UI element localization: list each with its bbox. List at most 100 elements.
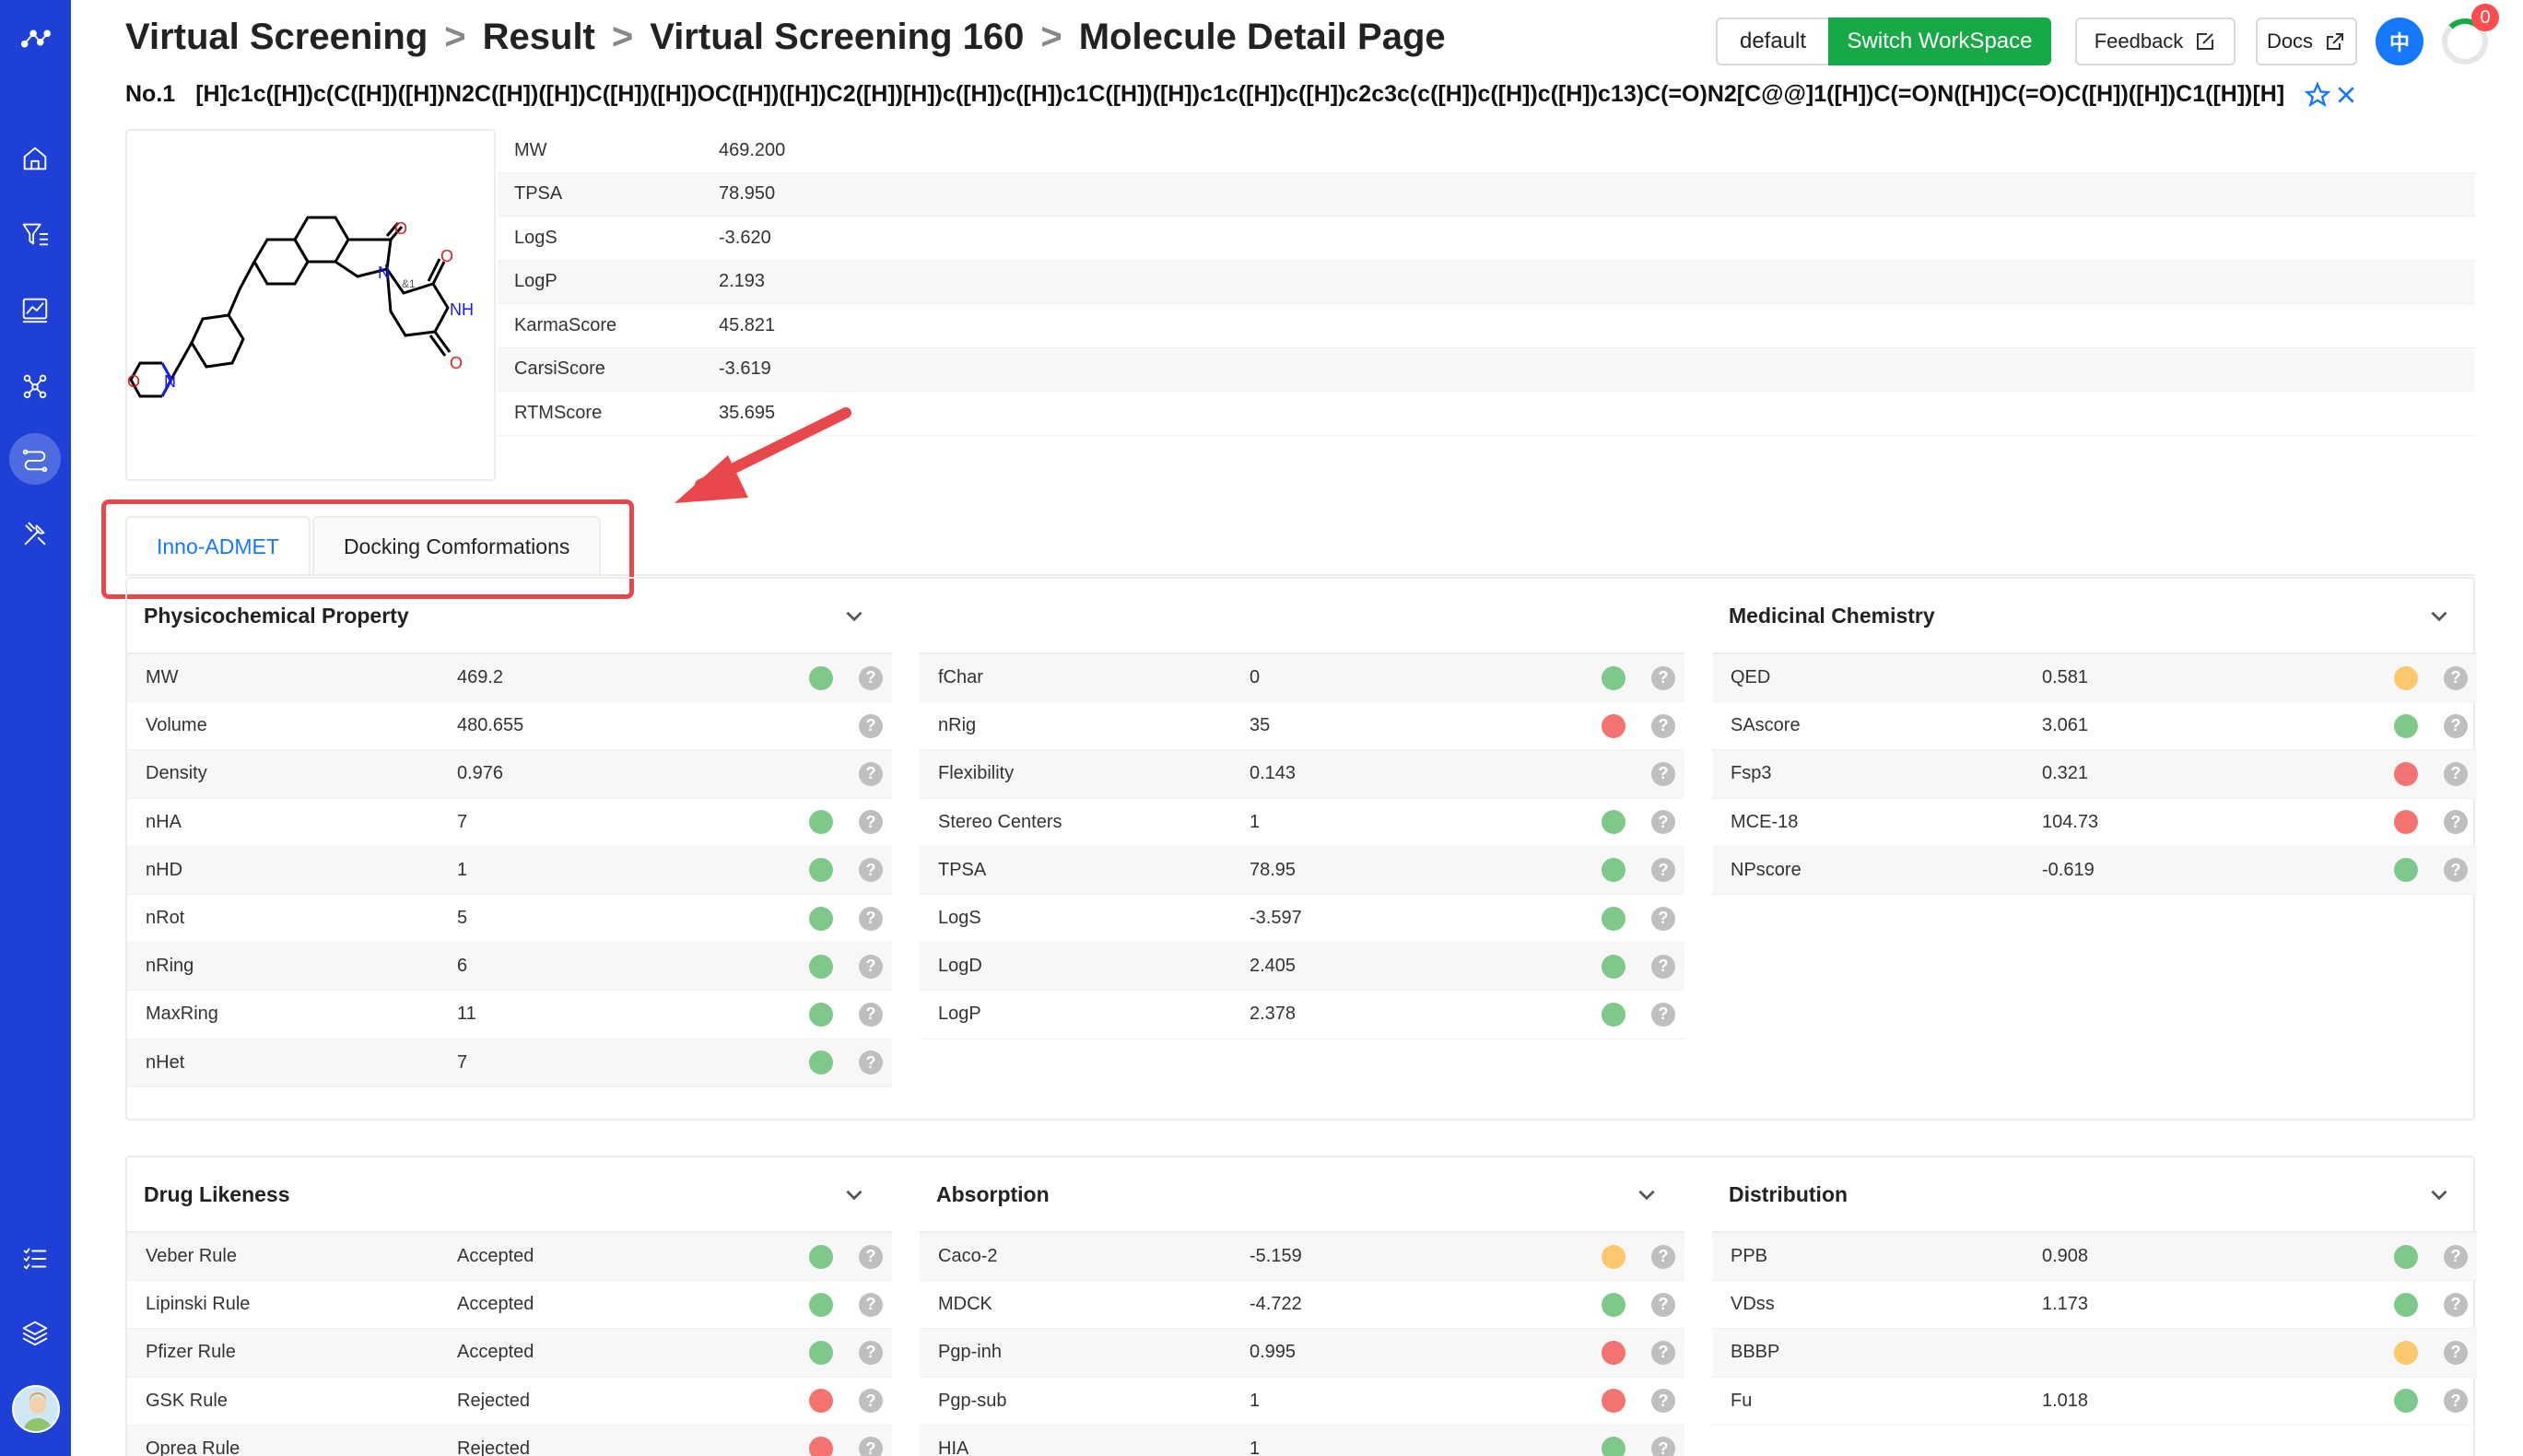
layers-icon[interactable] [15, 1312, 55, 1353]
status-dot-red [809, 1389, 833, 1414]
help-icon[interactable]: ? [1651, 665, 1675, 690]
table-row: LogS -3.597? [920, 895, 1684, 944]
chevron-down-icon[interactable] [1635, 1182, 1659, 1206]
help-icon[interactable]: ? [859, 1340, 883, 1365]
section-medicinal-chemistry: Medicinal Chemistry QED 0.581? SAscore 3.061… [1712, 579, 2477, 895]
metric-name: Volume [146, 715, 207, 736]
breadcrumb-separator: > [1040, 16, 1062, 57]
atom-label-o: O [440, 247, 453, 265]
help-icon[interactable]: ? [859, 1244, 883, 1269]
docs-button[interactable]: Docs [2256, 18, 2357, 65]
avatar[interactable] [12, 1385, 60, 1433]
help-icon[interactable]: ? [1651, 713, 1675, 738]
help-icon[interactable]: ? [2444, 713, 2468, 738]
close-icon[interactable] [2336, 85, 2356, 105]
section-header[interactable]: Drug Likeness [127, 1157, 892, 1233]
section-physicochemical-cont: fChar 0? nRig 35? Flexibility 0.143? Stereo Ce… [920, 579, 1684, 1039]
filter-icon[interactable] [15, 214, 55, 254]
help-icon[interactable]: ? [2444, 1244, 2468, 1269]
metric-name: NPscore [1731, 859, 1801, 880]
workspace-default-button[interactable]: default [1716, 18, 1830, 65]
metric-name: SAscore [1731, 715, 1801, 736]
star-icon[interactable] [2305, 81, 2331, 108]
help-icon[interactable]: ? [1651, 1244, 1675, 1269]
help-icon[interactable]: ? [859, 1002, 883, 1027]
breadcrumb-virtual-screening[interactable]: Virtual Screening [125, 17, 428, 58]
breadcrumb-virtual-screening-160[interactable]: Virtual Screening 160 [650, 17, 1024, 58]
home-icon[interactable] [15, 138, 55, 179]
help-icon[interactable]: ? [2444, 1340, 2468, 1365]
help-icon[interactable]: ? [859, 1292, 883, 1317]
help-icon[interactable]: ? [859, 954, 883, 979]
atom-label-o: O [394, 219, 407, 238]
help-icon[interactable]: ? [2444, 1389, 2468, 1414]
metric-name: LogP [938, 1004, 981, 1025]
help-icon[interactable]: ? [1651, 761, 1675, 786]
metric-value: 0.143 [1250, 763, 1297, 784]
chevron-down-icon[interactable] [842, 604, 866, 628]
section-header[interactable]: Medicinal Chemistry [1712, 579, 2477, 654]
help-icon[interactable]: ? [1651, 1340, 1675, 1365]
metric-name: TPSA [938, 859, 987, 880]
help-icon[interactable]: ? [2444, 761, 2468, 786]
help-icon[interactable]: ? [2444, 810, 2468, 835]
help-icon[interactable]: ? [1651, 954, 1675, 979]
sidebar [0, 0, 71, 1456]
status-dot-green [2394, 1244, 2418, 1269]
chevron-down-icon[interactable] [2427, 604, 2451, 628]
help-icon[interactable]: ? [1651, 810, 1675, 835]
metric-name: nHA [146, 811, 182, 832]
section-header[interactable]: Distribution [1712, 1157, 2477, 1233]
status-dot-red [1602, 1389, 1625, 1414]
tools-icon[interactable] [15, 514, 55, 555]
table-row: NPscore -0.619? [1712, 846, 2477, 895]
metric-name: nHD [146, 859, 183, 880]
route-icon[interactable] [9, 433, 61, 485]
help-icon[interactable]: ? [1651, 1002, 1675, 1027]
help-icon[interactable]: ? [859, 810, 883, 835]
property-row: LogS -3.620 [498, 217, 2475, 261]
table-row: Fsp3 0.321? [1712, 750, 2477, 799]
help-icon[interactable]: ? [1651, 1292, 1675, 1317]
table-row: Pgp-sub 1? [920, 1378, 1684, 1426]
language-toggle[interactable]: 中 [2376, 18, 2423, 65]
section-header[interactable]: Absorption [920, 1157, 1684, 1233]
section-title: Medicinal Chemistry [1729, 603, 1935, 628]
metric-name: MDCK [938, 1294, 992, 1315]
help-icon[interactable]: ? [859, 906, 883, 931]
table-row: nHD 1? [127, 846, 892, 895]
help-icon[interactable]: ? [859, 761, 883, 786]
metric-name: Fu [1731, 1390, 1753, 1411]
molecule-icon[interactable] [15, 365, 55, 405]
status-dot-green [2394, 713, 2418, 738]
chevron-down-icon[interactable] [842, 1182, 866, 1206]
feedback-button[interactable]: Feedback [2075, 18, 2235, 65]
status-dot-orange [1602, 1244, 1625, 1269]
help-icon[interactable]: ? [1651, 1389, 1675, 1414]
chart-icon[interactable] [15, 289, 55, 330]
help-icon[interactable]: ? [1651, 1437, 1675, 1456]
help-icon[interactable]: ? [2444, 665, 2468, 690]
help-icon[interactable]: ? [859, 665, 883, 690]
help-icon[interactable]: ? [1651, 906, 1675, 931]
logo-icon[interactable] [15, 18, 55, 59]
status-dot-green [809, 810, 833, 835]
property-row: MW 469.200 [498, 129, 2475, 173]
help-icon[interactable]: ? [2444, 1292, 2468, 1317]
status-dot-green [809, 1292, 833, 1317]
status-dot-green [1602, 1292, 1625, 1317]
list-icon[interactable] [15, 1239, 55, 1279]
metric-name: Caco-2 [938, 1246, 998, 1267]
atom-label-n: N [378, 264, 390, 282]
help-icon[interactable]: ? [859, 713, 883, 738]
section-header[interactable]: Physicochemical Property [127, 579, 892, 654]
breadcrumb-result[interactable]: Result [483, 17, 595, 58]
help-icon[interactable]: ? [859, 1051, 883, 1075]
help-icon[interactable]: ? [859, 1437, 883, 1456]
switch-workspace-button[interactable]: Switch WorkSpace [1828, 18, 2051, 65]
status-dot-green [809, 1340, 833, 1365]
help-icon[interactable]: ? [859, 1389, 883, 1414]
chevron-down-icon[interactable] [2427, 1182, 2451, 1206]
section-drug-likeness: Drug Likeness Veber Rule Accepted? Lipinski… [127, 1157, 892, 1456]
atom-label-n: N [164, 372, 176, 391]
